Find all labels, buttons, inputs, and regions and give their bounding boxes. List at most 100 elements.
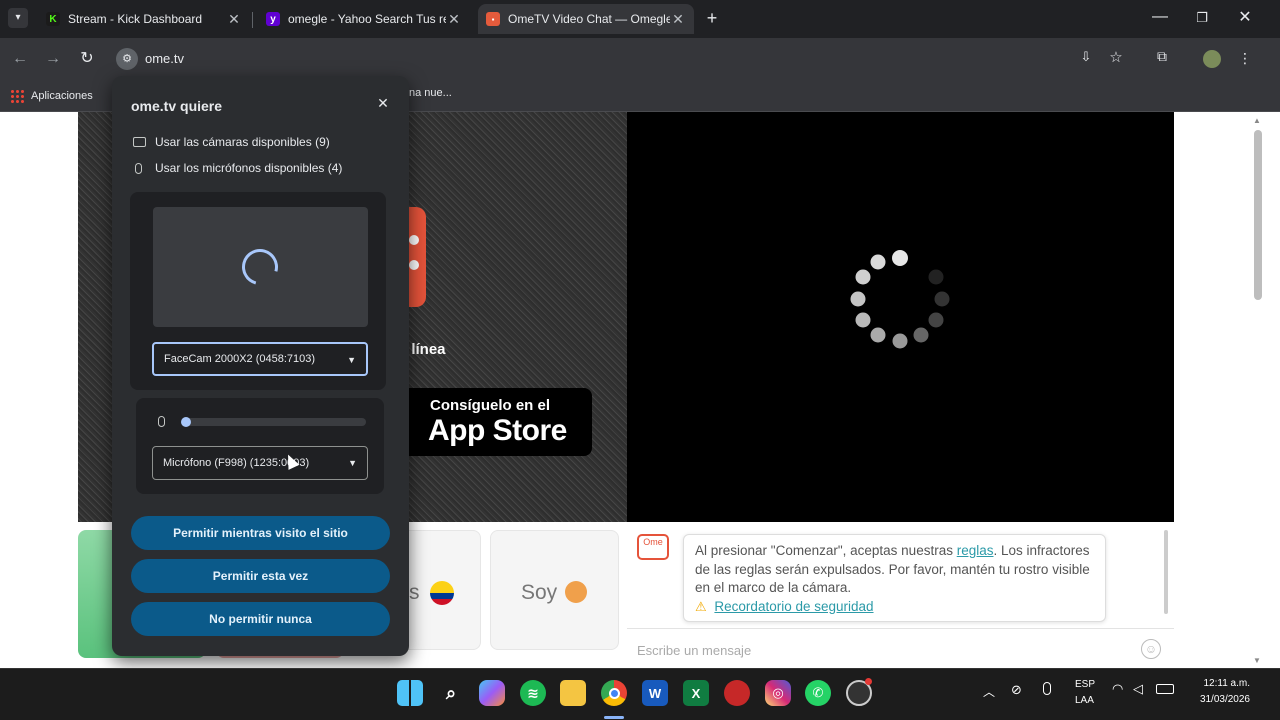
bookmark-item[interactable]: na nue... (409, 87, 452, 99)
clock-date[interactable]: 31/03/2026 (1186, 694, 1250, 705)
apps-grid-icon (10, 89, 24, 103)
app-store-line1: Consíguelo en el (430, 397, 551, 414)
app-store-line2: App Store (428, 414, 567, 447)
apps-bookmark[interactable]: Aplicaciones (10, 86, 93, 106)
mic-level-icon (158, 416, 165, 427)
minimize-button[interactable]: — (1150, 8, 1170, 28)
allow-while-visiting-button[interactable]: Permitir mientras visito el sitio (131, 516, 390, 550)
new-tab-button[interactable]: + (702, 8, 722, 28)
arrow-right-icon: → (45, 50, 61, 67)
forward-button[interactable]: → (43, 49, 63, 69)
mic-tray-icon[interactable] (1043, 682, 1051, 695)
reload-button[interactable]: ↻ (77, 49, 97, 69)
tab-title: omegle - Yahoo Search Tus resu (288, 12, 446, 26)
lang-top[interactable]: ESP (1075, 679, 1095, 690)
scroll-down-arrow[interactable]: ▼ (1253, 656, 1261, 665)
windows-start-icon[interactable] (397, 680, 423, 706)
app-store-button[interactable]: › Consíguelo en el App Store (394, 388, 592, 456)
dialog-close-button[interactable]: ✕ (375, 95, 391, 111)
close-icon: ✕ (377, 95, 389, 111)
rules-link[interactable]: reglas (957, 543, 994, 558)
dot-icon (409, 260, 419, 270)
notice-text-1: Al presionar "Comenzar", aceptas nuestra… (695, 543, 957, 558)
profile-avatar[interactable] (1203, 50, 1221, 68)
close-icon[interactable]: ✕ (446, 11, 462, 28)
close-icon[interactable]: ✕ (670, 11, 686, 28)
arrow-left-icon: ← (12, 50, 28, 67)
close-window-button[interactable]: ✕ (1235, 8, 1255, 28)
mic-request: Usar los micrófonos disponibles (4) (135, 161, 342, 175)
toolbar: ← → ↻ ⚙ ome.tv ⇩ ☆ ⧉ ⋮ (0, 38, 1280, 80)
dropdown-arrow-icon: ▼ (347, 355, 356, 365)
tune-icon: ⚙ (122, 53, 132, 65)
spotify-icon[interactable]: ≋ (520, 680, 546, 706)
allow-once-button[interactable]: Permitir esta vez (131, 559, 390, 593)
warning-icon: ⚠ (695, 598, 707, 614)
safety-reminder-link[interactable]: Recordatorio de seguridad (714, 599, 873, 614)
videocam-icon (133, 137, 146, 147)
allow-once-label: Permitir esta vez (212, 569, 309, 583)
recorder-icon[interactable] (724, 680, 750, 706)
page-scrollbar-thumb[interactable] (1254, 130, 1262, 300)
url-text[interactable]: ome.tv (145, 51, 184, 66)
volume-icon[interactable]: ◁ (1133, 681, 1143, 697)
tab-title: OmeTV Video Chat — Omegle (508, 12, 670, 26)
active-app-indicator (604, 716, 624, 719)
menu-button[interactable]: ⋮ (1238, 48, 1252, 68)
mic-select[interactable]: Micrófono (F998) (1235:0003) ▼ (152, 446, 368, 480)
chevron-down-icon: ▾ (15, 12, 21, 23)
plus-icon: + (706, 8, 718, 28)
chat-scrollbar[interactable] (1164, 530, 1168, 614)
camera-preview (153, 207, 368, 327)
bookmark-star-button[interactable]: ☆ (1106, 48, 1126, 68)
tab-ometv[interactable]: ▪ OmeTV Video Chat — Omegle ✕ (478, 4, 694, 34)
copilot-icon[interactable] (479, 680, 505, 706)
no-connection-icon[interactable]: ⊘ (1011, 682, 1022, 698)
camera-select[interactable]: FaceCam 2000X2 (0458:7103) ▼ (152, 342, 368, 376)
yahoo-icon: y (266, 12, 280, 26)
minimize-icon: — (1152, 8, 1168, 25)
word-icon[interactable]: W (642, 680, 668, 706)
ometv-icon: ▪ (486, 12, 500, 26)
search-icon[interactable]: ⌕ (438, 680, 464, 706)
install-app-button[interactable]: ⇩ (1076, 49, 1096, 69)
allow-while-visiting-label: Permitir mientras visito el sitio (173, 526, 348, 540)
back-button[interactable]: ← (10, 49, 30, 69)
ometv-logo: Ome (637, 534, 669, 560)
loading-spinner-icon (235, 242, 285, 292)
battery-icon[interactable] (1156, 684, 1174, 694)
tray-chevron-icon[interactable]: ︿ (983, 683, 995, 700)
colombia-flag-icon (430, 581, 454, 605)
mic-level-knob (181, 417, 191, 427)
windows-taskbar: ⌕ ≋ W X ◎ ✆ ︿ ⊘ ESP LAA ◠ ◁ 12:11 a.m. 3… (0, 668, 1280, 720)
close-icon[interactable]: ✕ (226, 11, 242, 28)
tab-search-button[interactable]: ▾ (8, 8, 28, 28)
scroll-up-arrow[interactable]: ▲ (1253, 116, 1261, 125)
whatsapp-icon[interactable]: ✆ (805, 680, 831, 706)
clock-time[interactable]: 12:11 a.m. (1192, 678, 1250, 689)
reload-icon: ↻ (80, 50, 94, 67)
lang-bottom[interactable]: LAA (1075, 695, 1094, 706)
camera-select-value: FaceCam 2000X2 (0458:7103) (164, 353, 316, 365)
excel-icon[interactable]: X (683, 680, 709, 706)
notification-dot (865, 678, 872, 685)
tab-kick[interactable]: K Stream - Kick Dashboard ✕ (38, 4, 250, 34)
wifi-icon[interactable]: ◠ (1112, 681, 1123, 697)
message-input[interactable]: Escribe un mensaje ☺ (627, 628, 1174, 668)
mic-icon (135, 162, 142, 174)
camera-request: Usar las cámaras disponibles (9) (133, 135, 330, 149)
chrome-icon[interactable] (601, 680, 627, 706)
gender-card[interactable]: Soy (490, 530, 619, 650)
message-placeholder: Escribe un mensaje (637, 643, 752, 658)
emoji-icon[interactable]: ☺ (1141, 639, 1161, 659)
restore-button[interactable]: ❐ (1192, 8, 1212, 28)
stranger-video (627, 112, 1174, 522)
extensions-button[interactable]: ⧉ (1152, 48, 1172, 68)
site-info-button[interactable]: ⚙ (116, 48, 138, 70)
more-vert-icon: ⋮ (1238, 50, 1252, 66)
instagram-icon[interactable]: ◎ (765, 680, 791, 706)
file-explorer-icon[interactable] (560, 680, 586, 706)
dialog-title: ome.tv quiere (131, 98, 223, 114)
tab-yahoo[interactable]: y omegle - Yahoo Search Tus resu ✕ (258, 4, 470, 34)
never-allow-button[interactable]: No permitir nunca (131, 602, 390, 636)
